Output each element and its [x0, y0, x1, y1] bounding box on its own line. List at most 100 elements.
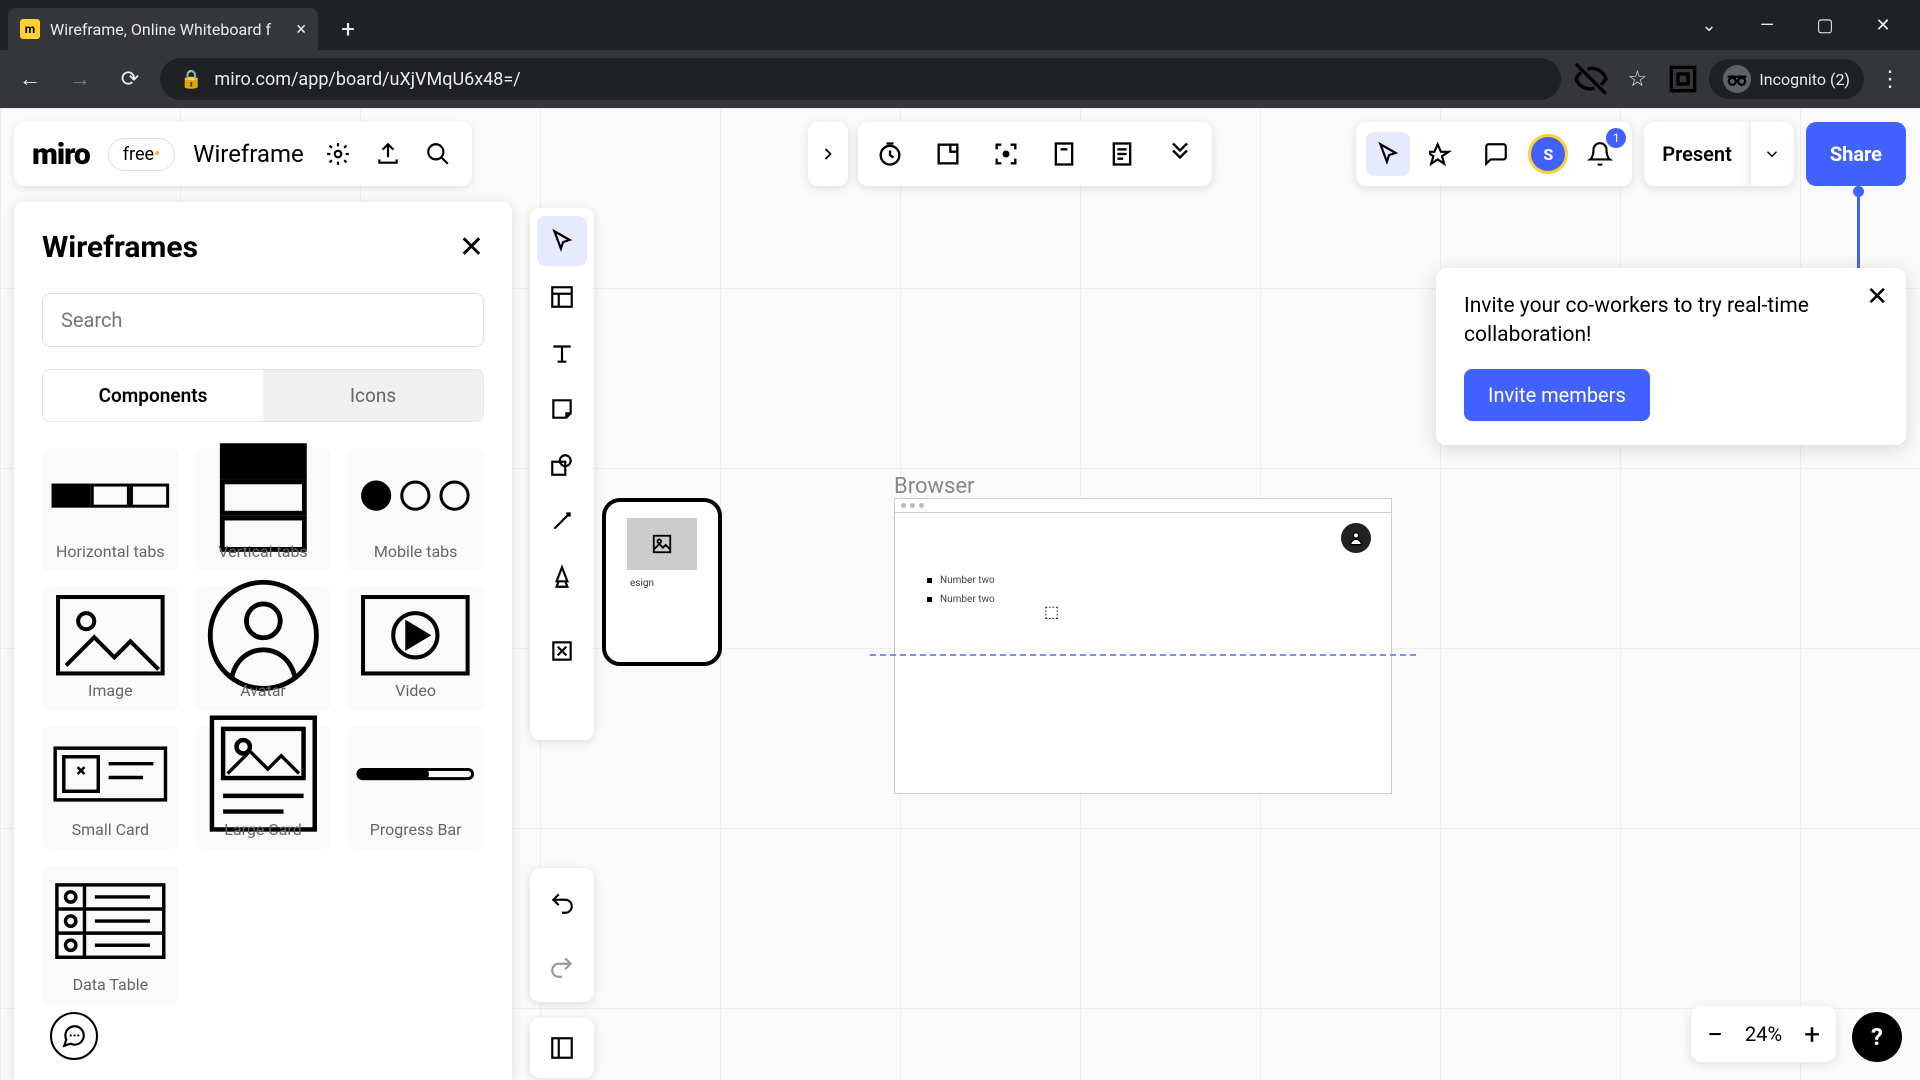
- more-apps-icon[interactable]: [1162, 136, 1198, 172]
- pen-tool[interactable]: [537, 552, 587, 602]
- wf-small-card[interactable]: Small Card: [42, 726, 179, 849]
- text-tool[interactable]: [537, 328, 587, 378]
- app-header: miro free• Wireframe: [14, 122, 472, 186]
- zoom-control: − 24% +: [1691, 1006, 1836, 1062]
- lock-icon: 🔒: [180, 69, 202, 90]
- wf-image[interactable]: Image: [42, 587, 179, 710]
- undo-button[interactable]: [537, 878, 587, 928]
- miro-logo[interactable]: miro: [32, 137, 90, 172]
- close-invite-icon[interactable]: ✕: [1866, 282, 1888, 312]
- cursor-mode-button[interactable]: [1366, 132, 1410, 176]
- board-name[interactable]: Wireframe: [193, 140, 304, 168]
- tab-close-icon[interactable]: ×: [296, 19, 306, 40]
- user-avatar[interactable]: S: [1528, 134, 1568, 174]
- back-button[interactable]: ←: [10, 59, 50, 99]
- browser-frame-label: Browser: [894, 474, 975, 499]
- templates-tool[interactable]: [537, 272, 587, 322]
- connection-tool[interactable]: [537, 496, 587, 546]
- address-bar[interactable]: 🔒 miro.com/app/board/uXjVMqU6x48=/: [160, 58, 1561, 100]
- notification-badge: 1: [1606, 128, 1626, 148]
- tab-icons[interactable]: Icons: [263, 370, 483, 421]
- zoom-in-button[interactable]: +: [1804, 1018, 1820, 1051]
- wf-mobile-tabs[interactable]: Mobile tabs: [347, 448, 484, 571]
- browser-tab[interactable]: m Wireframe, Online Whiteboard f ×: [8, 8, 318, 50]
- shapes-tool[interactable]: [537, 440, 587, 490]
- maximize-button[interactable]: ▢: [1796, 0, 1854, 50]
- incognito-label: Incognito (2): [1759, 70, 1850, 89]
- close-panel-icon[interactable]: ✕: [459, 230, 484, 265]
- top-right-cluster: S 1 Present Share: [1356, 122, 1906, 186]
- plan-badge[interactable]: free•: [108, 138, 175, 171]
- bookmark-star-icon[interactable]: ☆: [1617, 59, 1657, 99]
- present-dropdown[interactable]: [1750, 122, 1794, 186]
- close-window-button[interactable]: ✕: [1854, 0, 1912, 50]
- redo-button[interactable]: [537, 942, 587, 992]
- search-icon[interactable]: [422, 138, 454, 170]
- browser-dots: [895, 499, 1391, 513]
- url-text: miro.com/app/board/uXjVMqU6x48=/: [214, 69, 520, 90]
- avatar-icon[interactable]: [1341, 523, 1371, 553]
- wireframes-panel: Wireframes ✕ Components Icons Horizontal…: [14, 202, 512, 1080]
- reload-button[interactable]: ⟳: [110, 59, 150, 99]
- miro-favicon: m: [20, 19, 40, 39]
- browser-menu-icon[interactable]: ⋮: [1870, 59, 1910, 99]
- minimize-button[interactable]: —: [1738, 0, 1796, 50]
- notes-icon[interactable]: [1104, 136, 1140, 172]
- wf-avatar[interactable]: Avatar: [195, 587, 332, 710]
- comments-button[interactable]: [1474, 132, 1518, 176]
- panel-title: Wireframes: [42, 230, 198, 265]
- browser-titlebar: m Wireframe, Online Whiteboard f × + ⌄ —…: [0, 0, 1920, 50]
- canvas-list: Number two Number two: [927, 575, 995, 613]
- canvas-browser-frame[interactable]: Number two Number two: [894, 498, 1392, 794]
- notifications-button[interactable]: 1: [1578, 132, 1622, 176]
- cursor-icon: ⬚: [1044, 602, 1059, 621]
- more-tools[interactable]: [537, 682, 587, 732]
- tab-title: Wireframe, Online Whiteboard f: [50, 20, 286, 39]
- wf-large-card[interactable]: Large Card: [195, 726, 332, 849]
- chat-fab[interactable]: [50, 1012, 98, 1060]
- present-button[interactable]: Present: [1644, 122, 1750, 186]
- invite-pointer-line: [1857, 192, 1860, 268]
- extensions-icon[interactable]: [1663, 59, 1703, 99]
- invite-popup: ✕ Invite your co-workers to try real-tim…: [1436, 268, 1906, 445]
- wf-vertical-tabs[interactable]: Vertical tabs: [195, 448, 332, 571]
- eye-off-icon[interactable]: [1571, 59, 1611, 99]
- mobile-caption: esign: [606, 578, 718, 589]
- export-icon[interactable]: [372, 138, 404, 170]
- chevron-down-icon[interactable]: ⌄: [1680, 0, 1738, 50]
- reactions-button[interactable]: [1420, 132, 1464, 176]
- invite-members-button[interactable]: Invite members: [1464, 369, 1650, 421]
- new-tab-button[interactable]: +: [330, 11, 366, 47]
- browser-toolbar: ← → ⟳ 🔒 miro.com/app/board/uXjVMqU6x48=/…: [0, 50, 1920, 108]
- canvas-mobile-frame[interactable]: esign: [602, 498, 722, 666]
- incognito-indicator[interactable]: Incognito (2): [1709, 59, 1864, 99]
- invite-text: Invite your co-workers to try real-time …: [1464, 292, 1878, 351]
- collapse-toolbar-button[interactable]: [808, 122, 848, 186]
- wireframe-grid: Horizontal tabs Vertical tabs Mobile tab…: [42, 448, 484, 1004]
- zoom-value[interactable]: 24%: [1745, 1022, 1782, 1046]
- frame-icon[interactable]: [930, 136, 966, 172]
- alignment-guide: [870, 654, 1416, 656]
- hide-panel-button[interactable]: [530, 1018, 594, 1078]
- tab-components[interactable]: Components: [43, 370, 263, 421]
- settings-icon[interactable]: [322, 138, 354, 170]
- frame-tool[interactable]: [537, 626, 587, 676]
- select-tool[interactable]: [537, 216, 587, 266]
- sticky-note-tool[interactable]: [537, 384, 587, 434]
- focus-icon[interactable]: [988, 136, 1024, 172]
- undo-redo-toolbar: [530, 868, 594, 1002]
- zoom-out-button[interactable]: −: [1707, 1018, 1723, 1051]
- share-button[interactable]: Share: [1806, 122, 1906, 186]
- help-button[interactable]: ?: [1852, 1012, 1902, 1062]
- timer-icon[interactable]: [872, 136, 908, 172]
- wf-progress-bar[interactable]: Progress Bar: [347, 726, 484, 849]
- image-placeholder-icon: [627, 518, 697, 570]
- wf-video[interactable]: Video: [347, 587, 484, 710]
- wf-horizontal-tabs[interactable]: Horizontal tabs: [42, 448, 179, 571]
- wireframe-search-input[interactable]: [42, 293, 484, 347]
- forward-button[interactable]: →: [60, 59, 100, 99]
- miro-app: miro free• Wireframe Wireframes ✕ Compon…: [0, 108, 1920, 1080]
- card-icon[interactable]: [1046, 136, 1082, 172]
- wf-data-table[interactable]: Data Table: [42, 865, 179, 1004]
- apps-toolbar: [858, 122, 1212, 186]
